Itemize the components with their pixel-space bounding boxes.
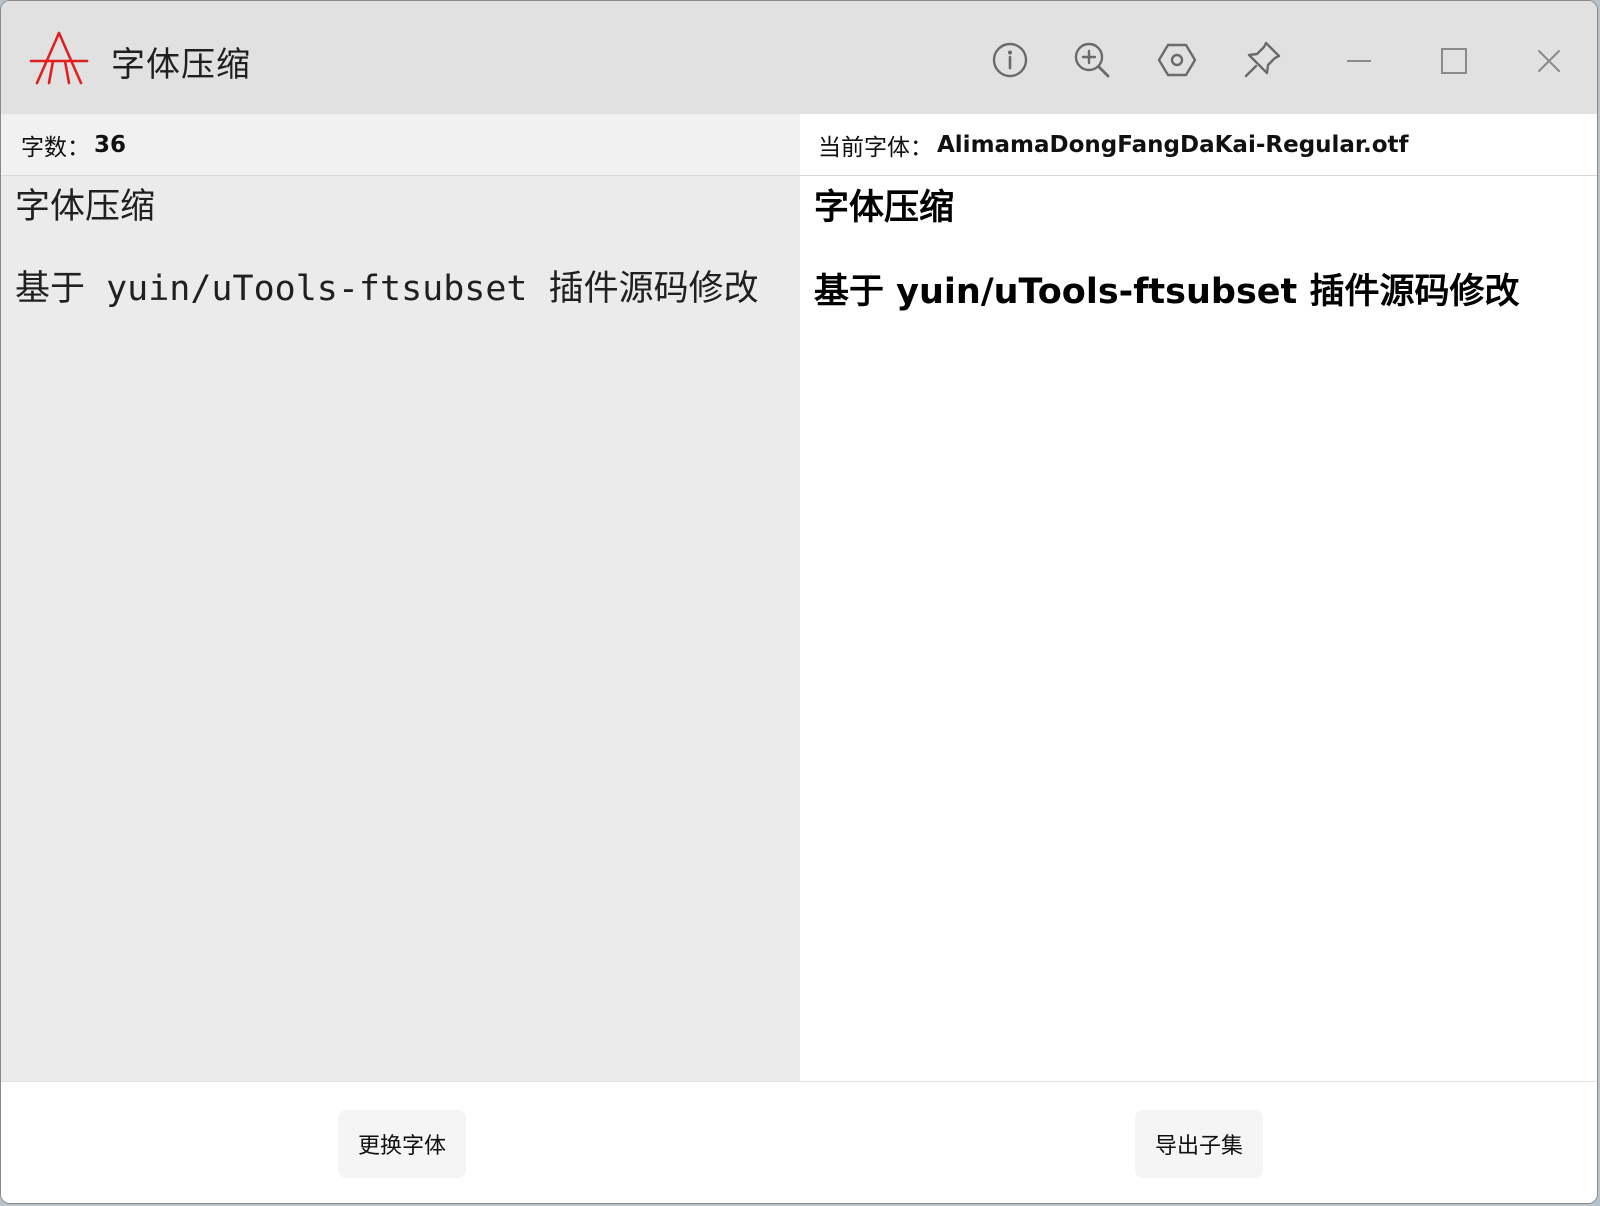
current-font-label: 当前字体： [818, 134, 933, 161]
input-line-2: 基于 yuin/uTools-ftsubset 插件源码修改 [15, 269, 759, 309]
preview-panel: 当前字体： AlimamaDongFangDaKai-Regular.otf 字… [800, 114, 1597, 1081]
input-panel: 字数： 36 字体压缩 基于 yuin/uTools-ftsubset 插件源码… [1, 114, 800, 1081]
maximize-icon[interactable] [1429, 36, 1479, 86]
info-icon[interactable] [989, 39, 1031, 81]
app-window: 字体压缩 字数： 36 字体压缩 基于 yuin/uTools-ftsubset… [0, 0, 1598, 1204]
settings-icon[interactable] [1156, 39, 1198, 81]
char-count-bar: 字数： 36 [1, 114, 800, 176]
preview-line-1: 字体压缩 [814, 188, 955, 228]
char-count-label: 字数： [21, 134, 90, 161]
zoom-in-icon[interactable] [1071, 39, 1113, 81]
export-subset-button[interactable]: 导出子集 [1135, 1110, 1263, 1178]
current-font-bar: 当前字体： AlimamaDongFangDaKai-Regular.otf [800, 114, 1597, 176]
pin-icon[interactable] [1241, 39, 1283, 81]
char-count-value: 36 [94, 131, 127, 158]
preview-line-2: 基于 yuin/uTools-ftsubset 插件源码修改 [814, 272, 1520, 312]
title-bar: 字体压缩 [1, 1, 1597, 114]
app-title: 字体压缩 [111, 45, 251, 85]
minimize-icon[interactable] [1334, 36, 1384, 86]
action-bar: 更换字体 导出子集 [1, 1081, 1597, 1203]
input-line-1: 字体压缩 [15, 187, 156, 227]
current-font-name: AlimamaDongFangDaKai-Regular.otf [937, 131, 1409, 158]
preview-text-area: 字体压缩 基于 yuin/uTools-ftsubset 插件源码修改 [814, 186, 1584, 314]
close-icon[interactable] [1524, 36, 1574, 86]
app-logo-icon [29, 31, 89, 87]
change-font-button[interactable]: 更换字体 [338, 1110, 466, 1178]
text-input-area[interactable]: 字体压缩 基于 yuin/uTools-ftsubset 插件源码修改 [15, 186, 775, 310]
